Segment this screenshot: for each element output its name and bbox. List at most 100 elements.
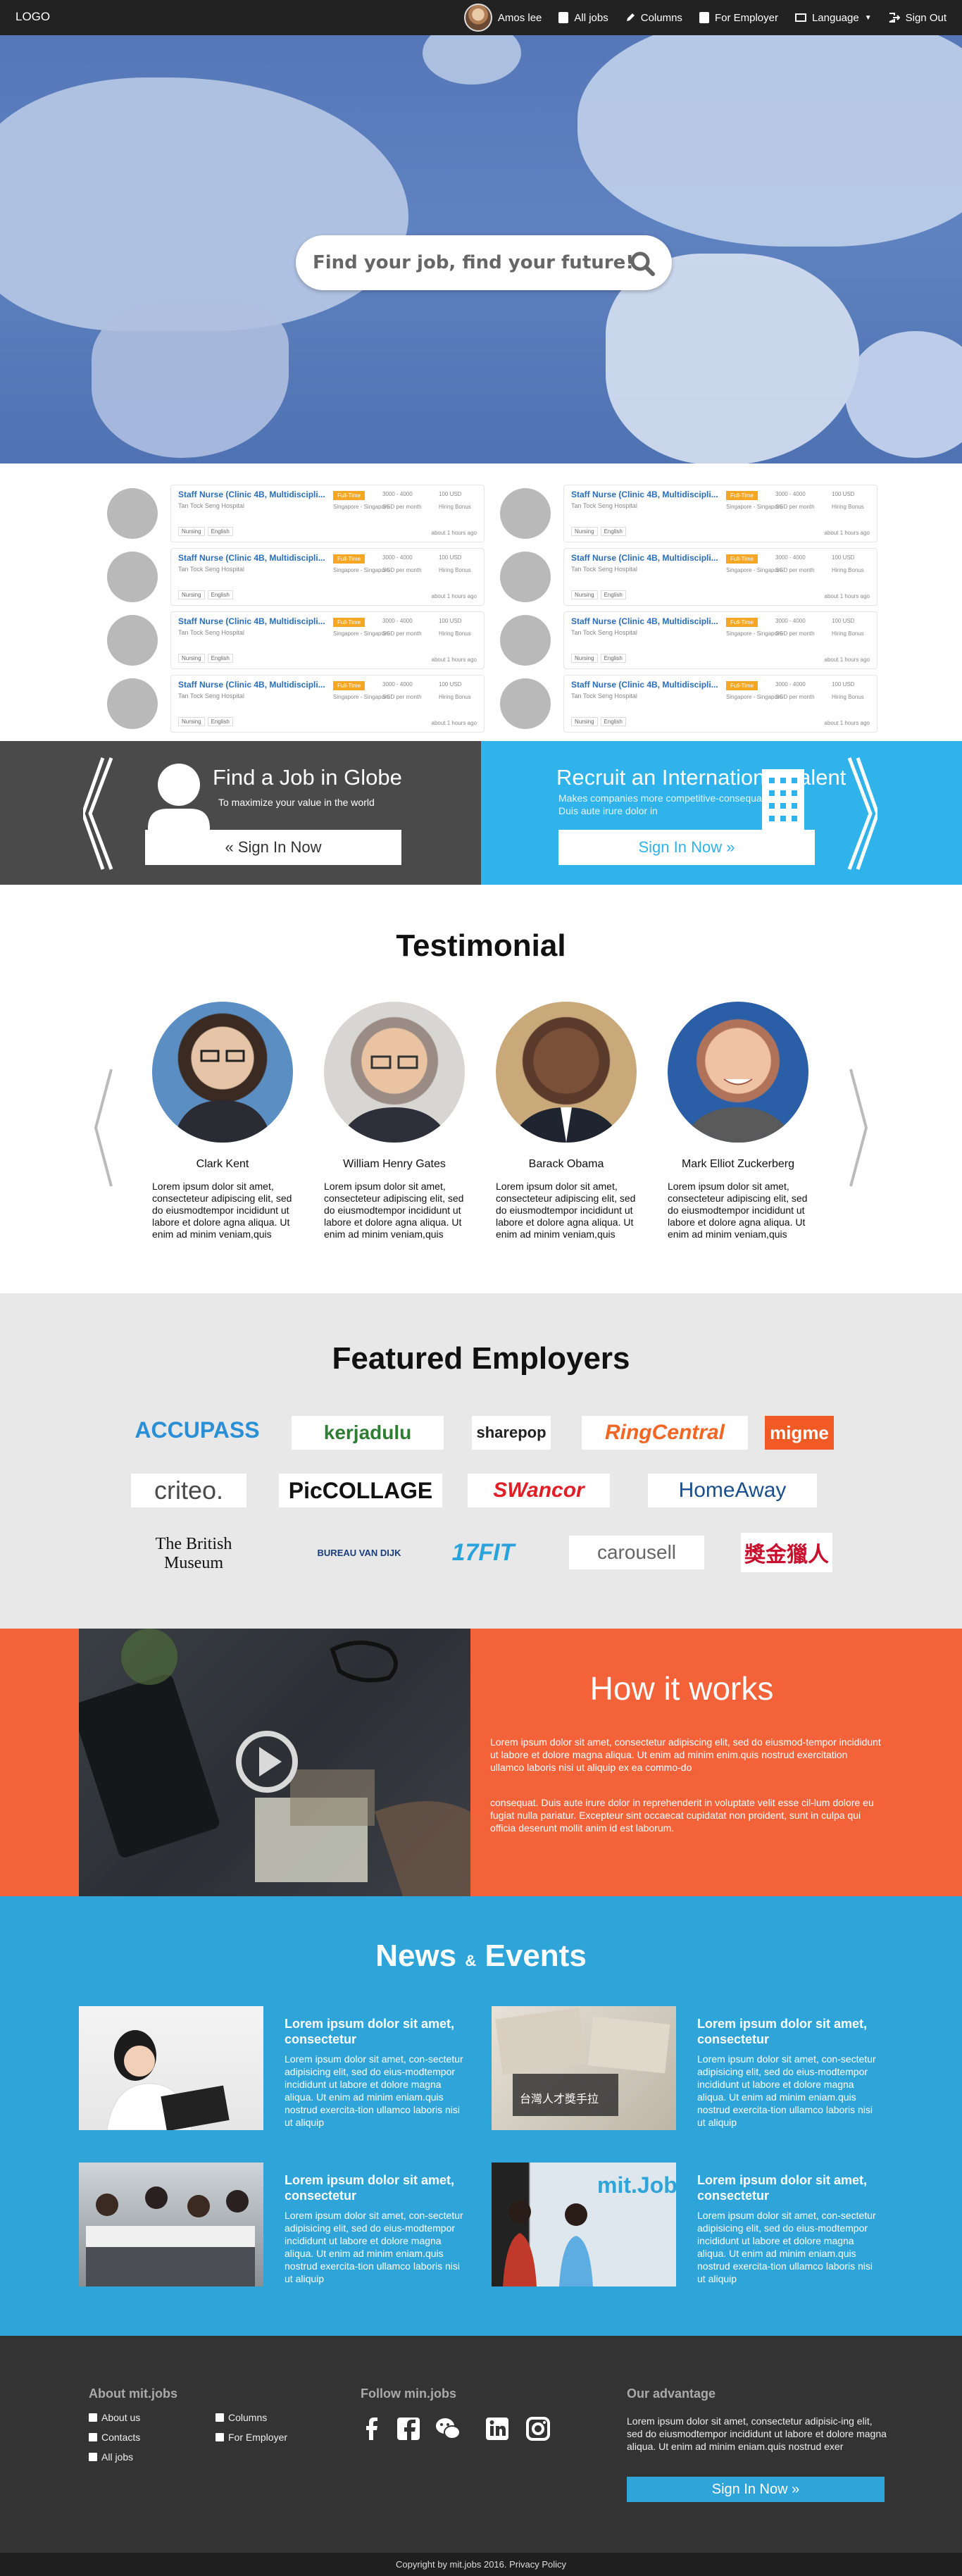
play-icon[interactable] <box>235 1730 299 1793</box>
nav-sign-out[interactable]: Sign Out <box>889 12 947 24</box>
carousel-prev-icon[interactable] <box>93 1068 114 1188</box>
employer-logo-british-museum[interactable]: The British Museum <box>134 1533 254 1575</box>
job-card[interactable]: Staff Nurse (Clinic 4B, Multidiscipli...… <box>500 675 877 733</box>
user-menu[interactable]: Amos lee <box>463 4 542 32</box>
job-title[interactable]: Staff Nurse (Clinic 4B, Multidiscipli... <box>178 553 477 563</box>
job-title[interactable]: Staff Nurse (Clinic 4B, Multidiscipli... <box>178 490 477 499</box>
linkedin-icon[interactable] <box>485 2416 510 2441</box>
news-image[interactable]: 台灣人才獎手拉 <box>492 2006 676 2130</box>
nav-all-jobs[interactable]: All jobs <box>558 12 608 24</box>
news-item[interactable]: Lorem ipsum dolor sit amet, consectetur … <box>79 2163 490 2286</box>
employer-logo-text: carousell <box>596 1541 677 1563</box>
nav-for-employer[interactable]: For Employer <box>699 12 778 24</box>
employer-logo-17fit[interactable]: 17FIT <box>441 1536 525 1569</box>
job-title[interactable]: Staff Nurse (Clinic 4B, Multidiscipli... <box>178 616 477 626</box>
footer-link-columns[interactable]: Columns <box>215 2412 267 2423</box>
job-title[interactable]: Staff Nurse (Clinic 4B, Multidiscipli... <box>571 553 870 563</box>
news-item[interactable]: mit.Jobs Lorem ipsum dolor sit amet, con… <box>492 2163 903 2286</box>
tag: Nursing <box>178 590 205 599</box>
employer-logo-piccollage[interactable]: PicCOLLAGE <box>279 1474 442 1507</box>
job-company: Tan Tock Seng Hospital <box>571 629 637 636</box>
news-title-part: Events <box>485 1939 587 1973</box>
news-headline[interactable]: Lorem ipsum dolor sit amet, consectetur <box>285 2016 482 2047</box>
news-headline[interactable]: Lorem ipsum dolor sit amet, consectetur <box>697 2172 894 2203</box>
employer-logo-homeaway[interactable]: HomeAway <box>648 1474 817 1507</box>
news-title-part: News <box>375 1939 457 1973</box>
employer-logo-criteo[interactable]: criteo. <box>131 1474 246 1507</box>
footer-link-label: About us <box>101 2412 141 2423</box>
avatar[interactable] <box>463 4 492 32</box>
job-location: Singapore - Singapore <box>333 504 390 510</box>
carousel-next-icon[interactable] <box>848 1068 869 1188</box>
employer-logo-kerjadulu[interactable]: kerjadulu <box>292 1416 444 1450</box>
employer-logo-swancor[interactable]: SWancor <box>468 1474 610 1507</box>
search-input[interactable]: Find your job, find your future! <box>313 252 634 273</box>
job-company: Tan Tock Seng Hospital <box>571 502 637 509</box>
footer-link-for-employer[interactable]: For Employer <box>215 2432 287 2443</box>
news-item[interactable]: Lorem ipsum dolor sit amet, consectetur … <box>79 2006 490 2130</box>
job-details: Staff Nurse (Clinic 4B, Multidiscipli...… <box>563 611 877 669</box>
employer-logo-text: sharepop <box>476 1424 546 1441</box>
job-card[interactable]: Staff Nurse (Clinic 4B, Multidiscipli...… <box>500 485 877 542</box>
how-it-works-video[interactable] <box>79 1629 470 1896</box>
facebook-icon[interactable] <box>359 2416 385 2441</box>
job-card[interactable]: Staff Nurse (Clinic 4B, Multidiscipli...… <box>107 611 485 669</box>
pencil-icon <box>626 13 635 21</box>
employer-logo-text: 獎金獵人 <box>744 1543 829 1567</box>
testimonial-name: William Henry Gates <box>343 1158 446 1170</box>
news-image[interactable] <box>79 2006 263 2130</box>
job-tags: Nursing English <box>571 717 626 726</box>
employers-title: Featured Employers <box>332 1341 630 1376</box>
employer-logo-bounty-hunter[interactable]: 獎金獵人 <box>741 1533 832 1572</box>
testimonial-text: Lorem ipsum dolor sit amet, consecteteur… <box>496 1181 636 1240</box>
tag: English <box>207 654 233 663</box>
chevron-right-icon[interactable] <box>845 755 877 872</box>
employer-logo-sharepop[interactable]: sharepop <box>472 1416 551 1450</box>
footer-sign-in-button[interactable]: Sign In Now » <box>627 2477 885 2502</box>
employer-logo-accupass[interactable]: ACCUPASS <box>134 1413 261 1447</box>
job-card[interactable]: Staff Nurse (Clinic 4B, Multidiscipli...… <box>107 485 485 542</box>
job-card[interactable]: Staff Nurse (Clinic 4B, Multidiscipli...… <box>500 611 877 669</box>
facebook-square-icon[interactable] <box>396 2416 421 2441</box>
job-salary: 3000 - 4000 <box>382 618 413 624</box>
tag: Nursing <box>571 590 598 599</box>
cta-right-subtitle: Makes companies more competitive-consequ… <box>558 792 768 816</box>
news-headline[interactable]: Lorem ipsum dolor sit amet, consectetur <box>285 2172 482 2203</box>
news-image[interactable] <box>79 2163 263 2286</box>
nav-all-jobs-label: All jobs <box>574 11 608 24</box>
job-card[interactable]: Staff Nurse (Clinic 4B, Multidiscipli...… <box>107 548 485 606</box>
flag-icon <box>794 13 806 22</box>
employer-logo-text: ACCUPASS <box>135 1417 260 1443</box>
chevron-left-icon[interactable] <box>83 755 115 872</box>
job-type-badge: Full-Time <box>333 554 366 564</box>
chevrons-right-icon: » <box>722 838 735 856</box>
job-card[interactable]: Staff Nurse (Clinic 4B, Multidiscipli...… <box>107 675 485 733</box>
search-icon[interactable] <box>628 249 656 278</box>
job-currency: 100 USD <box>439 681 462 687</box>
news-image-caption: 台灣人才獎手拉 <box>520 2093 599 2105</box>
employer-logo-carousell[interactable]: carousell <box>569 1536 704 1569</box>
job-title[interactable]: Staff Nurse (Clinic 4B, Multidiscipli... <box>571 680 870 690</box>
footer-link-all-jobs[interactable]: All jobs <box>89 2451 133 2463</box>
job-title[interactable]: Staff Nurse (Clinic 4B, Multidiscipli... <box>178 680 477 690</box>
nav-columns[interactable]: Columns <box>625 12 682 24</box>
instagram-icon[interactable] <box>525 2416 551 2441</box>
news-headline[interactable]: Lorem ipsum dolor sit amet, consectetur <box>697 2016 894 2047</box>
job-search-bar[interactable]: Find your job, find your future! <box>296 235 672 290</box>
site-logo[interactable]: LOGO <box>15 10 50 24</box>
job-card[interactable]: Staff Nurse (Clinic 4B, Multidiscipli...… <box>500 548 877 606</box>
nav-language-dropdown[interactable]: Language ▼ <box>794 12 872 24</box>
employer-logo-migme[interactable]: migme <box>765 1416 834 1450</box>
employer-logo-bureau-van-dijk[interactable]: BUREAU VAN DIJK <box>303 1536 416 1569</box>
sign-in-button[interactable]: « Sign In Now <box>145 830 401 865</box>
employer-logo-ringcentral[interactable]: RingCentral <box>582 1416 748 1450</box>
footer-link-contacts[interactable]: Contacts <box>89 2432 140 2443</box>
tag: Nursing <box>571 717 598 726</box>
job-title[interactable]: Staff Nurse (Clinic 4B, Multidiscipli... <box>571 616 870 626</box>
footer-link-label: Contacts <box>101 2432 141 2443</box>
footer-link-about-us[interactable]: About us <box>89 2412 140 2423</box>
news-item[interactable]: 台灣人才獎手拉 Lorem ipsum dolor sit amet, cons… <box>492 2006 903 2130</box>
job-title[interactable]: Staff Nurse (Clinic 4B, Multidiscipli... <box>571 490 870 499</box>
wechat-icon[interactable] <box>435 2416 461 2441</box>
news-image[interactable]: mit.Jobs <box>492 2163 676 2286</box>
